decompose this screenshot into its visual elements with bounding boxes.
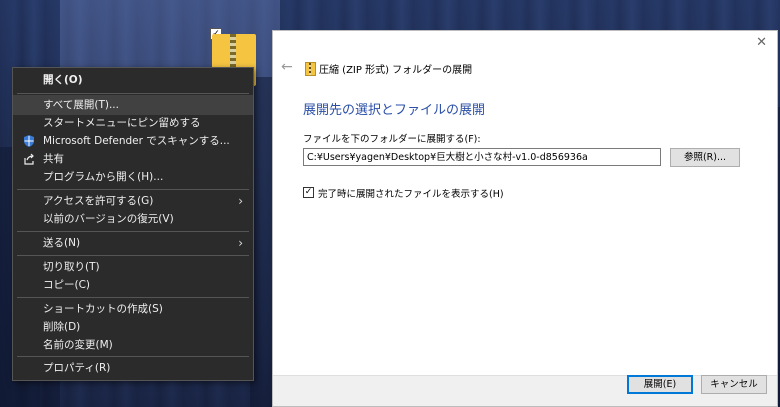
- browse-button[interactable]: 参照(R)...: [670, 148, 740, 167]
- back-arrow-icon[interactable]: ←: [281, 59, 293, 75]
- menu-item-restore-versions[interactable]: 以前のバージョンの復元(V): [13, 209, 253, 229]
- menu-item-create-shortcut[interactable]: ショートカットの作成(S): [13, 299, 253, 319]
- menu-item-extract-all[interactable]: すべて展開(T)...: [13, 95, 253, 115]
- wizard-title: 圧縮 (ZIP 形式) フォルダーの展開: [319, 65, 473, 76]
- submenu-arrow-icon: ›: [238, 236, 243, 250]
- menu-item-open-with[interactable]: プログラムから開く(H)...: [13, 167, 253, 187]
- defender-shield-icon: [24, 135, 34, 147]
- menu-item-defender-scan[interactable]: Microsoft Defender でスキャンする...: [13, 131, 253, 151]
- extract-button[interactable]: 展開(E): [627, 375, 693, 394]
- menu-separator: [17, 189, 249, 190]
- menu-separator: [17, 255, 249, 256]
- close-icon[interactable]: ✕: [756, 35, 767, 50]
- show-files-label[interactable]: 完了時に展開されたファイルを表示する(H): [318, 186, 504, 200]
- menu-separator: [17, 356, 249, 357]
- menu-item-share[interactable]: 共有: [13, 149, 253, 169]
- context-menu: 開く(O) すべて展開(T)... スタートメニューにピン留めする Micros…: [12, 67, 254, 381]
- menu-item-copy[interactable]: コピー(C): [13, 275, 253, 295]
- menu-item-pin-start[interactable]: スタートメニューにピン留めする: [13, 113, 253, 133]
- cancel-button[interactable]: キャンセル: [701, 375, 767, 394]
- zip-folder-icon: [305, 62, 316, 76]
- menu-item-send-to[interactable]: 送る(N) ›: [13, 233, 253, 253]
- menu-item-cut[interactable]: 切り取り(T): [13, 257, 253, 277]
- menu-item-delete[interactable]: 削除(D): [13, 317, 253, 337]
- menu-separator: [17, 231, 249, 232]
- destination-label: ファイルを下のフォルダーに展開する(F):: [303, 134, 481, 145]
- menu-item-rename[interactable]: 名前の変更(M): [13, 335, 253, 355]
- menu-separator: [17, 93, 249, 94]
- page-heading: 展開先の選択とファイルの展開: [303, 103, 486, 118]
- destination-path-input[interactable]: C:¥Users¥yagen¥Desktop¥巨大樹と小さな村-v1.0-d85…: [303, 148, 661, 166]
- menu-item-properties[interactable]: プロパティ(R): [13, 358, 253, 378]
- menu-separator: [17, 297, 249, 298]
- dialog-titlebar: ✕: [273, 31, 777, 53]
- menu-item-open[interactable]: 開く(O): [13, 70, 253, 90]
- menu-item-give-access[interactable]: アクセスを許可する(G) ›: [13, 191, 253, 211]
- submenu-arrow-icon: ›: [238, 194, 243, 208]
- show-files-checkbox[interactable]: ✓: [303, 187, 314, 198]
- extract-wizard-dialog: ✕ ← 圧縮 (ZIP 形式) フォルダーの展開 展開先の選択とファイルの展開 …: [272, 30, 778, 407]
- share-icon: [24, 153, 34, 165]
